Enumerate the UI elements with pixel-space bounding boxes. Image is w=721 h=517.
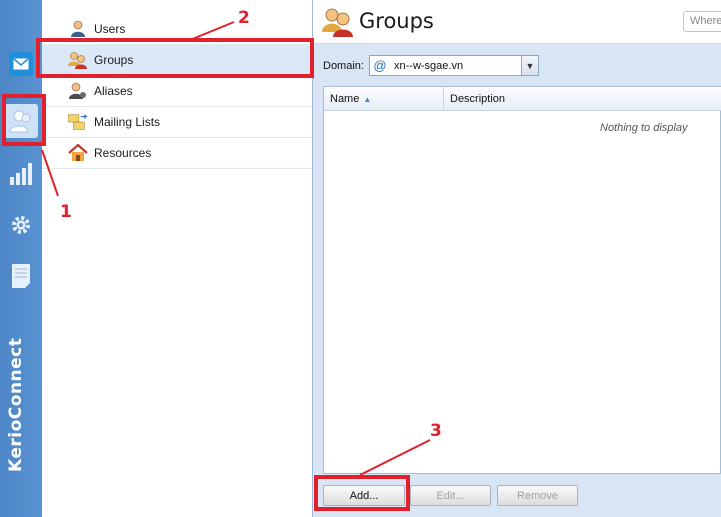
remove-button[interactable]: Remove bbox=[497, 485, 578, 506]
domain-value: xn--w-sgae.vn bbox=[394, 59, 464, 72]
nav-item-mailing-lists[interactable]: Mailing Lists bbox=[42, 107, 312, 138]
search-input[interactable]: Where bbox=[683, 11, 721, 32]
domain-label: Domain: bbox=[323, 60, 364, 72]
settings-gear-icon[interactable] bbox=[0, 203, 42, 247]
edit-button[interactable]: Edit... bbox=[410, 485, 491, 506]
chevron-down-icon[interactable]: ▼ bbox=[521, 56, 538, 75]
domain-select[interactable]: @ xn--w-sgae.vn ▼ bbox=[369, 55, 539, 76]
alias-icon bbox=[68, 81, 88, 101]
table-header: Name ▲ Description bbox=[324, 87, 721, 111]
column-header-description[interactable]: Description bbox=[444, 87, 721, 111]
nav-item-label: Mailing Lists bbox=[94, 115, 161, 129]
statistics-icon[interactable] bbox=[0, 152, 42, 196]
annotation-number-1: 1 bbox=[60, 202, 72, 222]
at-sign-icon: @ bbox=[373, 58, 387, 73]
sort-ascending-icon: ▲ bbox=[363, 94, 372, 104]
nav-item-label: Users bbox=[94, 22, 126, 36]
logs-icon[interactable] bbox=[0, 254, 42, 298]
annotation-box-1 bbox=[2, 94, 46, 146]
column-header-name[interactable]: Name ▲ bbox=[324, 87, 444, 111]
main-panel: Groups Where Domain: @ xn--w-sgae.vn ▼ N… bbox=[313, 0, 721, 517]
nav-item-label: Aliases bbox=[94, 84, 133, 98]
annotation-box-2 bbox=[36, 38, 314, 78]
page-header: Groups Where bbox=[313, 0, 721, 44]
content-area: Domain: @ xn--w-sgae.vn ▼ Name ▲ Descrip… bbox=[313, 44, 721, 517]
groups-table: Name ▲ Description Nothing to display bbox=[323, 86, 721, 474]
empty-message: Nothing to display bbox=[600, 122, 688, 134]
nav-item-aliases[interactable]: Aliases bbox=[42, 76, 312, 107]
annotation-number-3: 3 bbox=[430, 421, 442, 441]
nav-item-label: Resources bbox=[94, 146, 152, 160]
nav-item-resources[interactable]: Resources bbox=[42, 138, 312, 169]
group-icon bbox=[321, 6, 355, 38]
mailing-list-icon bbox=[68, 112, 88, 132]
resource-house-icon bbox=[68, 143, 88, 163]
annotation-number-2: 2 bbox=[238, 8, 250, 28]
annotation-box-3 bbox=[314, 475, 410, 511]
user-icon bbox=[68, 19, 88, 39]
brand-logo: KerioConnect bbox=[6, 337, 26, 472]
page-title: Groups bbox=[359, 9, 434, 33]
